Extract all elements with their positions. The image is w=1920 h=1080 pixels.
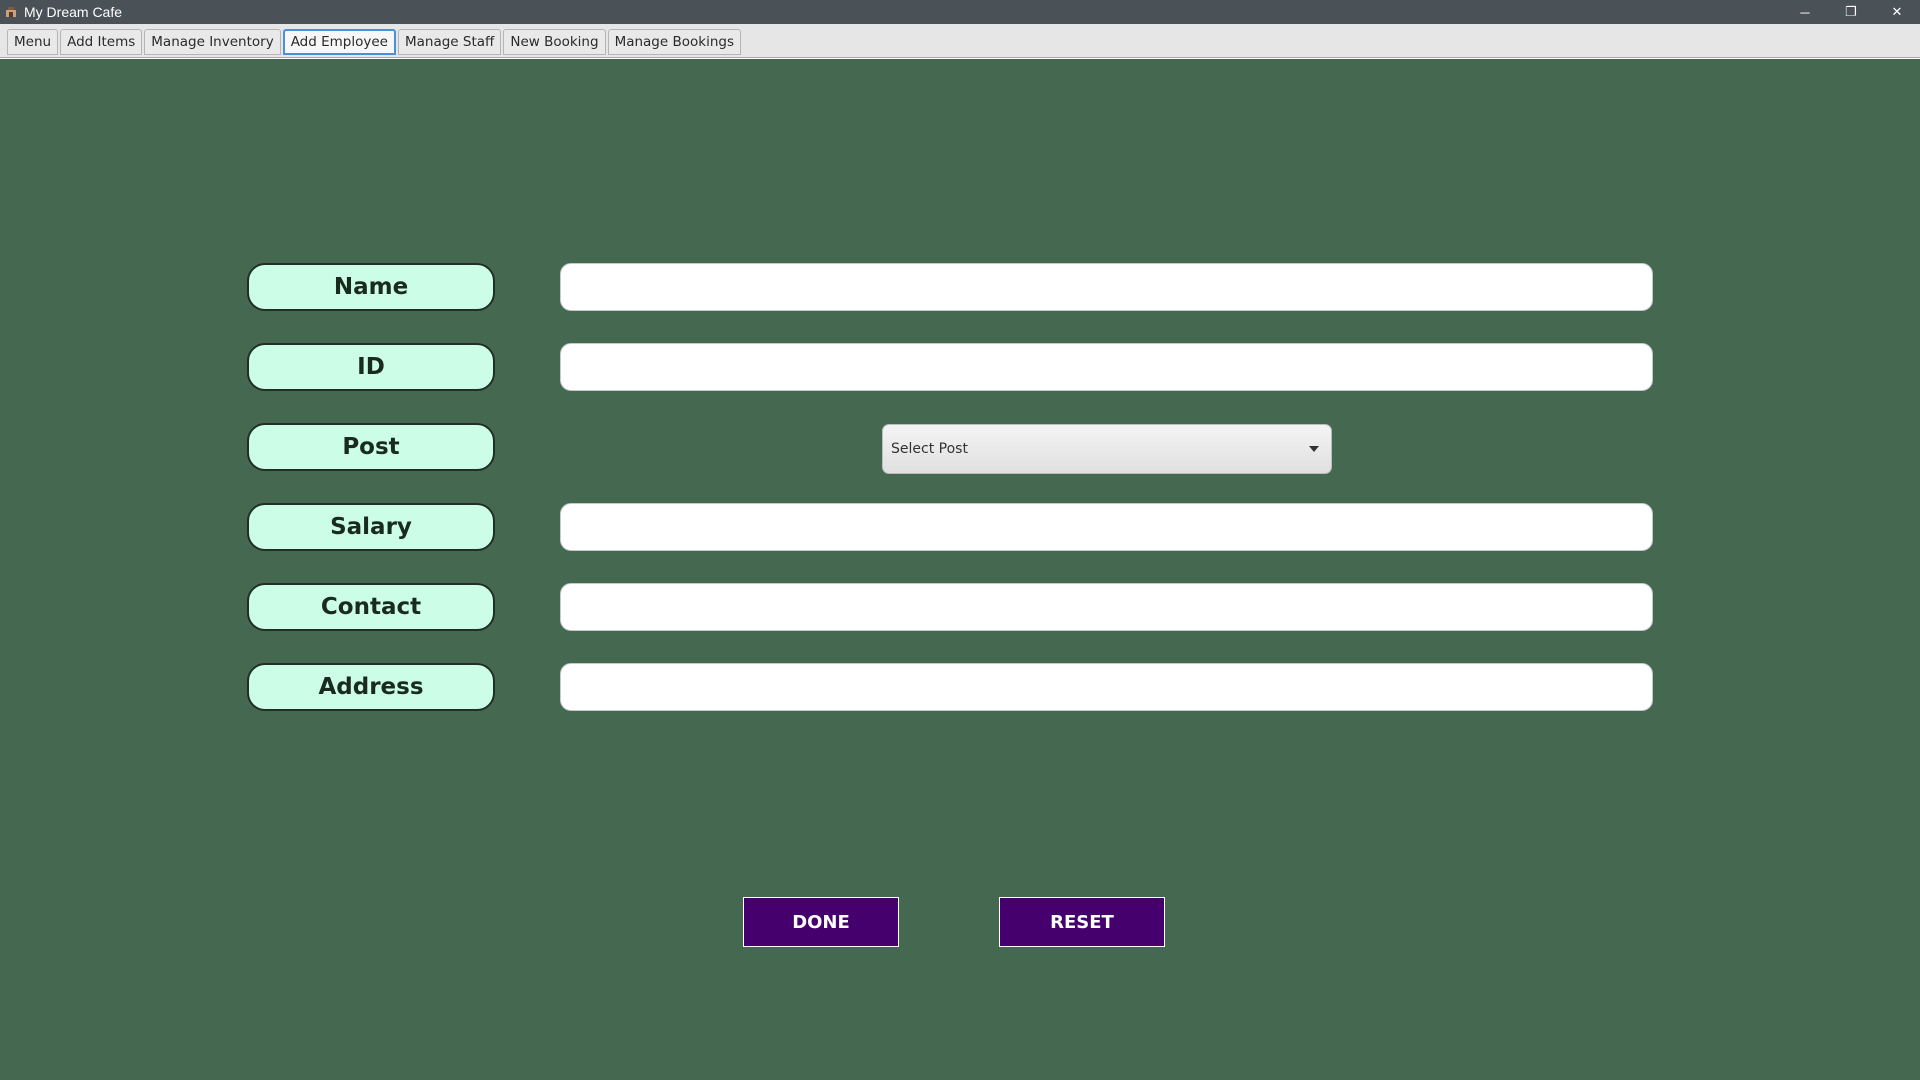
contact-label: Contact: [247, 583, 495, 631]
salary-field[interactable]: [560, 503, 1653, 551]
post-label: Post: [247, 423, 495, 471]
close-button[interactable]: ✕: [1874, 0, 1920, 24]
chevron-down-icon: [1309, 446, 1319, 452]
contact-field[interactable]: [560, 583, 1653, 631]
id-field[interactable]: [560, 343, 1653, 391]
tab-manage-inventory[interactable]: Manage Inventory: [144, 29, 281, 55]
add-employee-panel: Name ID Post Select Post Salary Contact …: [0, 59, 1920, 1080]
address-field[interactable]: [560, 663, 1653, 711]
name-field[interactable]: [560, 263, 1653, 311]
post-select-value: Select Post: [891, 441, 968, 457]
tab-bar: Menu Add Items Manage Inventory Add Empl…: [0, 24, 1920, 58]
restore-button[interactable]: ❐: [1828, 0, 1874, 24]
reset-button[interactable]: RESET: [999, 897, 1165, 947]
tab-manage-staff[interactable]: Manage Staff: [397, 29, 502, 55]
done-button[interactable]: DONE: [743, 897, 899, 947]
id-label: ID: [247, 343, 495, 391]
name-label: Name: [247, 263, 495, 311]
minimize-button[interactable]: ─: [1782, 0, 1828, 24]
title-bar: My Dream Cafe ─ ❐ ✕: [0, 0, 1920, 24]
tab-menu[interactable]: Menu: [7, 29, 59, 55]
salary-label: Salary: [247, 503, 495, 551]
post-select[interactable]: Select Post: [882, 424, 1332, 474]
window-title: My Dream Cafe: [24, 4, 123, 20]
tab-add-items[interactable]: Add Items: [60, 29, 143, 55]
tab-new-booking[interactable]: New Booking: [503, 29, 606, 55]
tab-manage-bookings[interactable]: Manage Bookings: [607, 29, 741, 55]
tab-add-employee[interactable]: Add Employee: [282, 29, 396, 55]
address-label: Address: [247, 663, 495, 711]
app-icon: [4, 5, 18, 19]
